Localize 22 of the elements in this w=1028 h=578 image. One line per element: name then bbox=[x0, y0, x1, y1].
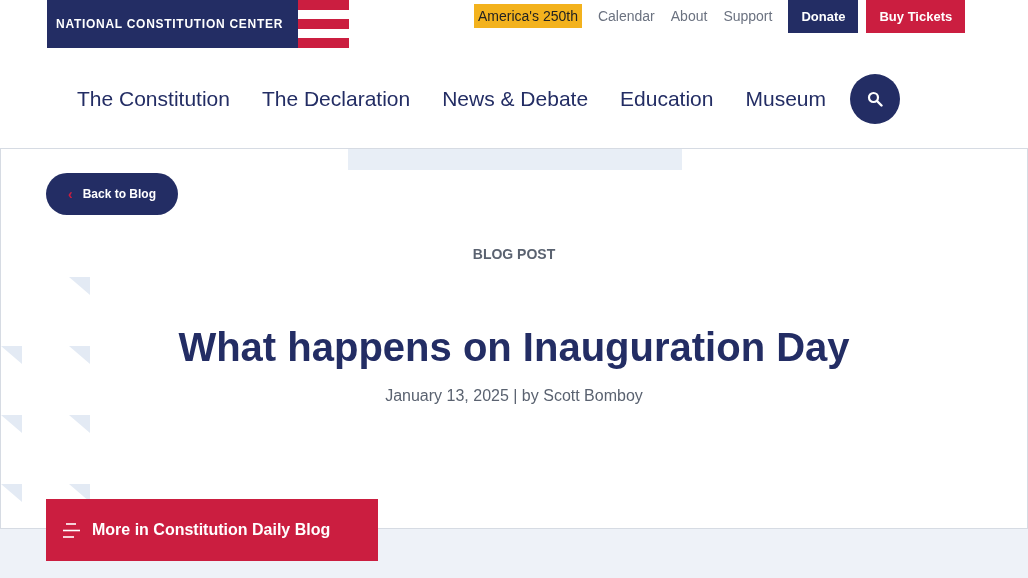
utility-link[interactable]: About bbox=[670, 4, 708, 28]
article-title: What happens on Inauguration Day bbox=[178, 324, 850, 371]
menu-icon bbox=[63, 522, 80, 538]
nav-link[interactable]: Museum bbox=[745, 74, 826, 124]
nav-link[interactable]: The Declaration bbox=[261, 74, 411, 124]
utility-link[interactable]: Calendar bbox=[597, 4, 655, 28]
search-icon bbox=[867, 91, 883, 107]
utility-link[interactable]: Support bbox=[723, 4, 773, 28]
back-button[interactable]: ‹ Back to Blog bbox=[46, 173, 178, 215]
eyebrow-label: BLOG POST bbox=[472, 245, 556, 264]
nav-link[interactable]: The Constitution bbox=[77, 74, 230, 124]
search-button[interactable] bbox=[850, 74, 900, 124]
logo-text: NATIONAL CONSTITUTION CENTER bbox=[56, 16, 284, 33]
byline: January 13, 2025 | by Scott Bomboy bbox=[385, 386, 643, 406]
chevron-left-icon: ‹ bbox=[68, 183, 73, 205]
nav-link[interactable]: Education bbox=[620, 74, 714, 124]
flag-stripes-icon bbox=[298, 0, 349, 48]
header-button[interactable]: Donate bbox=[788, 0, 859, 33]
header-button[interactable]: Buy Tickets bbox=[866, 0, 966, 33]
more-in-blog-button[interactable]: More in Constitution Daily Blog bbox=[46, 499, 378, 561]
utility-link[interactable]: America's 250th bbox=[474, 4, 582, 28]
nav-link[interactable]: News & Debate bbox=[442, 74, 589, 124]
